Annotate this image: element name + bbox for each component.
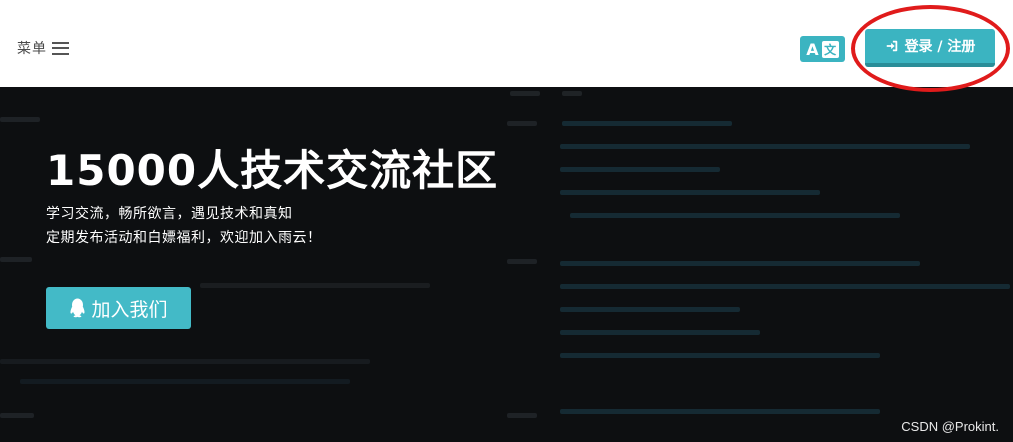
translate-icon-latin: A (806, 39, 819, 59)
login-register-button[interactable]: 登录 / 注册 (865, 29, 995, 67)
watermark: CSDN @Prokint. (901, 419, 999, 434)
hero-banner: 15000人技术交流社区 学习交流，畅所欲言，遇见技术和真知 定期发布活动和白嫖… (0, 87, 1013, 442)
hamburger-icon (52, 41, 69, 55)
join-us-label: 加入我们 (91, 298, 168, 321)
language-switch-button[interactable]: A 文 (800, 36, 845, 62)
sign-in-icon (886, 40, 897, 52)
login-register-label: 登录 / 注册 (904, 39, 976, 55)
qq-icon (70, 298, 86, 318)
menu-toggle-button[interactable]: 菜单 (17, 38, 69, 58)
hero-subtitle-line-1: 学习交流，畅所欲言，遇见技术和真知 (46, 206, 293, 222)
hero-subtitle-line-2: 定期发布活动和白嫖福利，欢迎加入雨云！ (46, 230, 322, 246)
top-nav-bar: 菜单 A 文 登录 / 注册 (0, 0, 1013, 87)
translate-icon-chinese: 文 (821, 40, 839, 58)
hero-title: 15000人技术交流社区 (46, 146, 499, 195)
join-us-button[interactable]: 加入我们 (46, 287, 191, 329)
menu-label: 菜单 (17, 41, 47, 57)
